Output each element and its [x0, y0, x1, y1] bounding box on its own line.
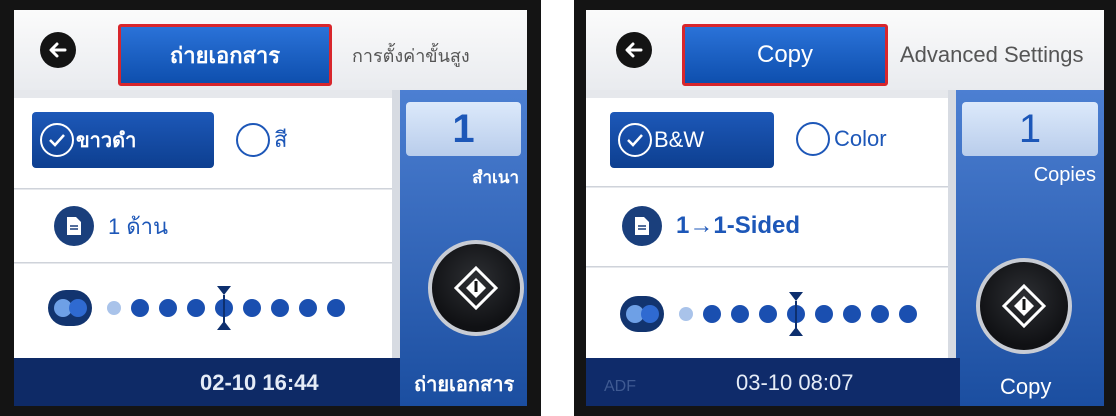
color-label: สี — [274, 127, 288, 152]
left-side-panel: 1 สำเนา ถ่ายเอกสาร — [400, 90, 527, 406]
density-dot[interactable] — [759, 305, 777, 323]
density-dot[interactable] — [187, 299, 205, 317]
bw-label: B&W — [654, 127, 705, 152]
sided-label: 1 ด้าน — [108, 213, 169, 239]
density-marker-icon — [789, 292, 803, 336]
density-row[interactable] — [586, 268, 948, 368]
density-row[interactable] — [14, 264, 392, 364]
density-dot[interactable] — [815, 305, 833, 323]
sided-row[interactable]: 1 ด้าน — [14, 190, 392, 263]
sided-row[interactable]: 1→1-Sided — [586, 188, 948, 267]
left-lcd-screen: ถ่ายเอกสาร การตั้งค่าขั้นสูง ขาวดำ สี 1 … — [14, 10, 527, 406]
left-top-bar: ถ่ายเอกสาร การตั้งค่าขั้นสูง — [14, 10, 527, 90]
right-settings-area: B&W Color 1→1-Sided — [586, 90, 948, 368]
density-dot[interactable] — [159, 299, 177, 317]
bw-option-selected[interactable]: ขาวดำ — [32, 112, 214, 168]
check-icon — [40, 123, 74, 157]
sided-setting[interactable]: 1 ด้าน — [54, 206, 168, 246]
document-icon — [54, 206, 94, 246]
density-dot[interactable] — [871, 305, 889, 323]
color-mode-row: ขาวดำ สี — [14, 98, 392, 189]
density-dot[interactable] — [215, 286, 233, 330]
right-lcd-screen: Copy Advanced Settings B&W Color 1→1-Sid… — [586, 10, 1104, 406]
density-dot[interactable] — [899, 305, 917, 323]
back-arrow-icon[interactable] — [616, 32, 652, 68]
density-dot[interactable] — [679, 307, 693, 321]
right-top-bar: Copy Advanced Settings — [586, 10, 1104, 90]
copies-label: สำเนา — [472, 168, 519, 187]
radio-circle-icon — [236, 122, 270, 157]
datetime: 02-10 16:44 — [200, 370, 319, 395]
density-setting[interactable] — [48, 286, 350, 330]
sided-label: 1→1-Sided — [676, 212, 801, 239]
start-label: Copy — [1000, 374, 1052, 399]
document-icon — [622, 206, 662, 246]
left-settings-area: ขาวดำ สี 1 ด้าน — [14, 90, 392, 364]
density-dot[interactable] — [731, 305, 749, 323]
density-dot[interactable] — [787, 292, 805, 336]
color-label: Color — [834, 126, 887, 151]
density-dots — [102, 286, 350, 330]
start-label: ถ่ายเอกสาร — [414, 374, 515, 396]
datetime: 03-10 08:07 — [736, 370, 854, 395]
back-arrow-icon[interactable] — [40, 32, 76, 68]
start-copy-button[interactable] — [976, 258, 1072, 354]
color-option[interactable]: สี — [236, 122, 287, 157]
density-marker-icon — [217, 286, 231, 330]
color-option[interactable]: Color — [796, 122, 887, 156]
tab-copy[interactable]: ถ่ายเอกสาร — [118, 24, 332, 86]
density-dots — [674, 292, 922, 336]
panel-gap — [541, 0, 574, 416]
density-dot[interactable] — [107, 301, 121, 315]
tab-advanced-settings[interactable]: Advanced Settings — [892, 24, 1104, 86]
density-dot[interactable] — [243, 299, 261, 317]
right-side-panel: 1 Copies Copy — [956, 90, 1104, 406]
copies-count[interactable]: 1 — [406, 102, 521, 156]
density-icon — [620, 296, 664, 332]
bw-option-selected[interactable]: B&W — [610, 112, 774, 168]
radio-circle-icon — [796, 122, 830, 156]
density-dot[interactable] — [131, 299, 149, 317]
density-dot[interactable] — [271, 299, 289, 317]
density-dot[interactable] — [299, 299, 317, 317]
density-dot[interactable] — [843, 305, 861, 323]
density-dot[interactable] — [327, 299, 345, 317]
sided-setting[interactable]: 1→1-Sided — [622, 206, 800, 246]
start-copy-button[interactable] — [428, 240, 524, 336]
check-icon — [618, 123, 652, 157]
adf-indicator: ADF — [604, 378, 636, 395]
copies-count[interactable]: 1 — [962, 102, 1098, 156]
right-photo-panel: Copy Advanced Settings B&W Color 1→1-Sid… — [574, 0, 1116, 416]
left-status-bar: 02-10 16:44 — [14, 358, 400, 406]
tab-copy[interactable]: Copy — [682, 24, 888, 86]
right-status-bar: ADF 03-10 08:07 — [586, 358, 960, 406]
density-setting[interactable] — [620, 292, 922, 336]
tab-advanced-settings[interactable]: การตั้งค่าขั้นสูง — [344, 24, 527, 86]
bw-label: ขาวดำ — [76, 130, 137, 152]
copies-label: Copies — [1033, 164, 1096, 186]
density-dot[interactable] — [703, 305, 721, 323]
density-icon — [48, 290, 92, 326]
left-photo-panel: ถ่ายเอกสาร การตั้งค่าขั้นสูง ขาวดำ สี 1 … — [0, 0, 541, 416]
color-mode-row: B&W Color — [586, 98, 948, 187]
